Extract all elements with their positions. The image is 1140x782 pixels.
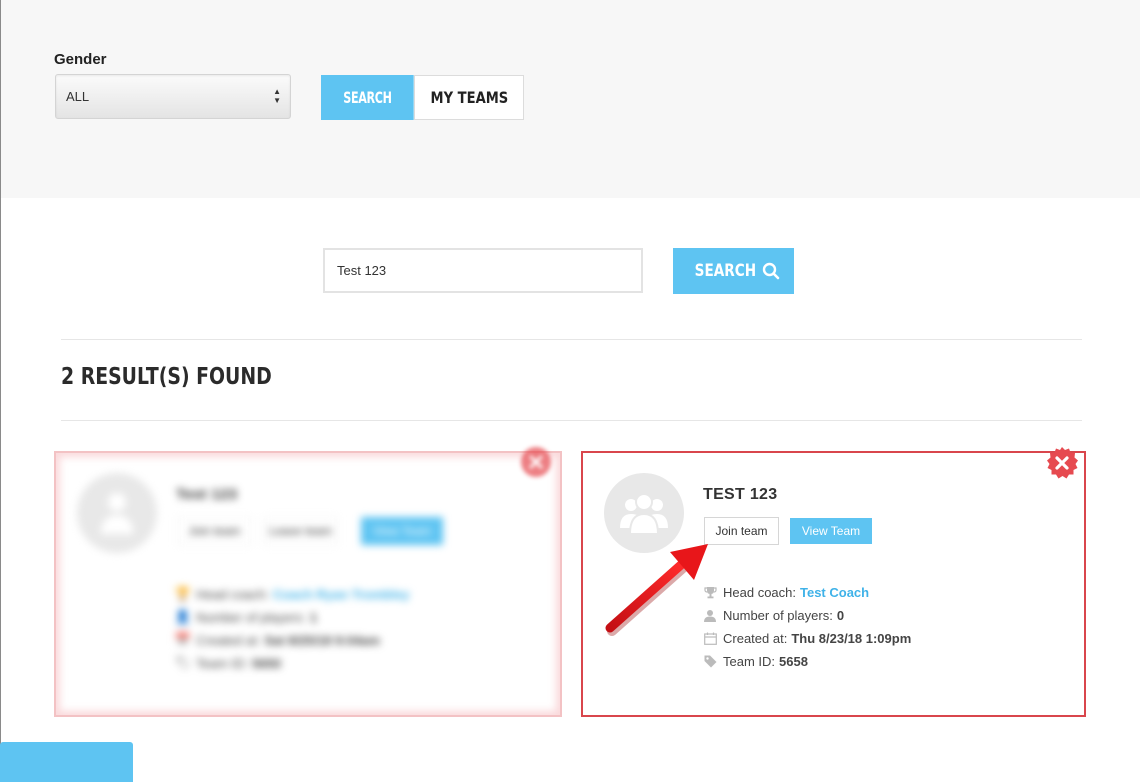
my-teams-label: MY TEAMS [430, 88, 508, 107]
players-row: Number of players: 0 [703, 606, 844, 624]
leave-team-button-blurred: Leave team [263, 517, 338, 545]
team-search-field[interactable] [323, 248, 643, 293]
team-card-blurred: Test 123 Join team Leave team View Team … [54, 451, 562, 717]
gender-label: Gender [54, 51, 107, 68]
team-id-row-blurred: 🏷 Team ID: 5650 [174, 654, 281, 672]
search-tab-button[interactable]: SEARCH [321, 75, 414, 120]
filter-button-group: SEARCH MY TEAMS [321, 75, 524, 120]
head-coach-label: Head coach: [723, 584, 796, 600]
created-value-blurred: Sat 8/25/18 9:04am [264, 632, 380, 648]
user-icon: 👤 [174, 609, 192, 624]
tag-icon: 🏷 [174, 655, 192, 670]
team-name-blurred: Test 123 [176, 486, 238, 503]
close-icon [521, 447, 551, 477]
results-count-title: 2 RESULT(S) FOUND [61, 364, 272, 390]
annotation-arrow-icon [605, 544, 708, 636]
team-id-label: Team ID: [723, 653, 776, 669]
created-row-blurred: 📅 Created at: Sat 8/25/18 9:04am [174, 631, 380, 649]
my-teams-button[interactable]: MY TEAMS [414, 75, 524, 120]
head-coach-row: Head coach: Test Coach [703, 583, 869, 601]
calendar-icon: 📅 [174, 632, 192, 647]
team-avatar-blurred [77, 473, 157, 553]
trophy-icon: 🏆 [174, 586, 192, 601]
close-icon[interactable] [1044, 445, 1080, 481]
divider-top [61, 339, 1082, 340]
join-team-button-blurred: Join team [177, 517, 252, 545]
filter-panel: Gender ALL ▲ ▼ SEARCH MY TEAMS [1, 0, 1140, 198]
search-icon [762, 262, 780, 280]
team-search-input[interactable] [325, 250, 641, 291]
players-label: Number of players: [723, 607, 833, 623]
gender-select[interactable]: ALL ▲ ▼ [55, 74, 291, 119]
created-value: Thu 8/23/18 1:09pm [791, 630, 912, 646]
search-button[interactable]: SEARCH [673, 248, 794, 294]
bottom-tab[interactable] [0, 742, 133, 782]
users-icon [101, 493, 133, 534]
players-label-blurred: Number of players: [196, 609, 306, 625]
players-row-blurred: 👤 Number of players: 1 [174, 608, 318, 626]
view-team-button[interactable]: View Team [790, 518, 872, 544]
view-team-button-blurred: View Team [361, 517, 443, 545]
head-coach-link[interactable]: Test Coach [800, 585, 869, 600]
tag-icon [703, 655, 717, 668]
players-value-blurred: 1 [309, 609, 318, 625]
team-id-value-blurred: 5650 [252, 655, 281, 671]
team-id-label-blurred: Team ID: [196, 655, 249, 671]
players-value: 0 [836, 607, 845, 623]
users-icon [620, 493, 668, 535]
team-name: TEST 123 [703, 486, 778, 503]
gender-select-value: ALL [66, 89, 90, 104]
created-row: Created at: Thu 8/23/18 1:09pm [703, 629, 911, 647]
team-id-row: Team ID: 5658 [703, 652, 808, 670]
divider-bottom [61, 420, 1082, 421]
created-label-blurred: Created at: [196, 632, 261, 648]
team-id-value: 5658 [779, 653, 808, 669]
head-coach-link-blurred: Coach Ryan Trombley [273, 586, 410, 602]
head-coach-row-blurred: 🏆 Head coach: Coach Ryan Trombley [174, 585, 410, 603]
search-tab-label: SEARCH [343, 88, 392, 107]
head-coach-label-blurred: Head coach: [196, 586, 269, 602]
select-arrows-icon: ▲ ▼ [273, 87, 281, 105]
search-button-label: SEARCH [694, 261, 757, 281]
created-label: Created at: [723, 630, 788, 646]
